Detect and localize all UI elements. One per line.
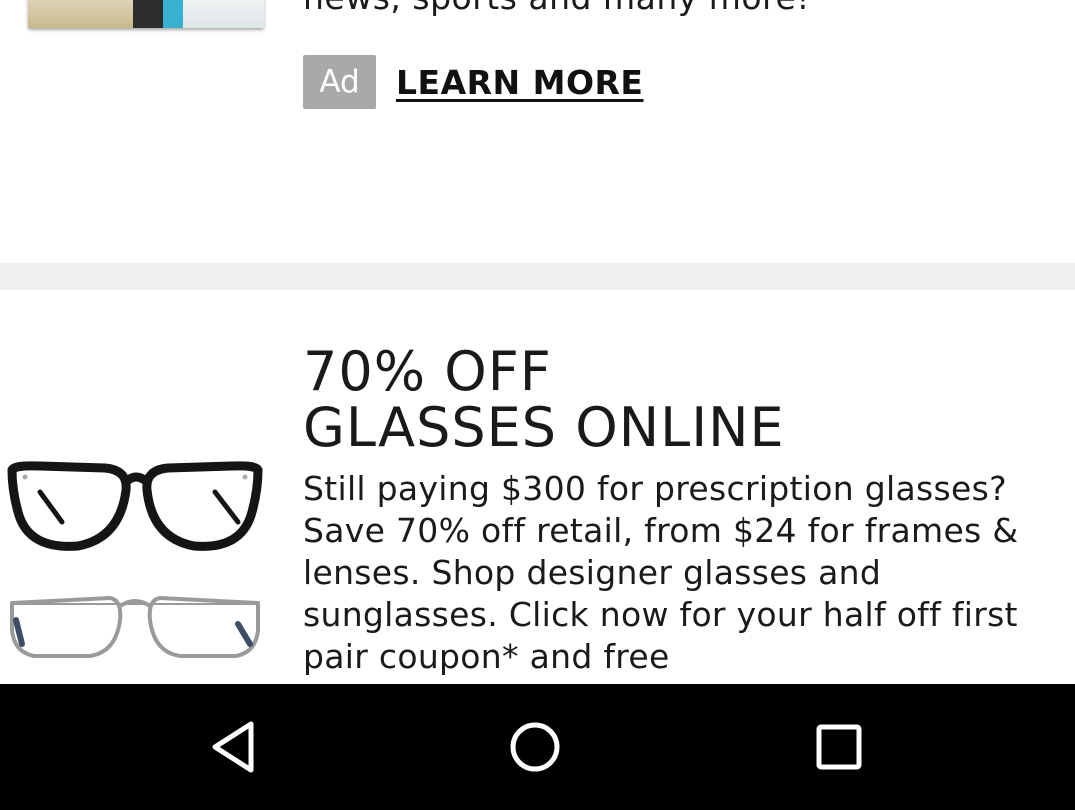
ad-description: Still paying $300 for prescription glass… — [303, 469, 1019, 676]
system-nav-bar — [0, 684, 1075, 810]
ad-body-text: news, sports and many more! — [303, 0, 810, 17]
eyeglasses-icon[interactable] — [0, 420, 270, 680]
magazine-thumbnail[interactable] — [28, 0, 264, 28]
ad-title-line-1: 70% OFF — [303, 340, 552, 403]
ad-badge: Ad — [303, 55, 376, 109]
back-triangle-icon[interactable] — [201, 714, 267, 780]
recents-square-icon[interactable] — [806, 714, 872, 780]
ad-card-magazines[interactable]: news, sports and many more! Ad LEARN MOR… — [0, 0, 1075, 263]
learn-more-link[interactable]: LEARN MORE — [396, 63, 643, 102]
home-circle-icon[interactable] — [502, 714, 568, 780]
ad-title: 70% OFF GLASSES ONLINE — [303, 344, 785, 456]
ad-card-glasses[interactable]: 70% OFF GLASSES ONLINE Still paying $300… — [0, 290, 1075, 684]
ad-title-line-2: GLASSES ONLINE — [303, 396, 785, 459]
card-divider — [0, 263, 1075, 290]
screen: news, sports and many more! Ad LEARN MOR… — [0, 0, 1075, 810]
ad-cta-row: Ad LEARN MORE — [303, 55, 643, 109]
